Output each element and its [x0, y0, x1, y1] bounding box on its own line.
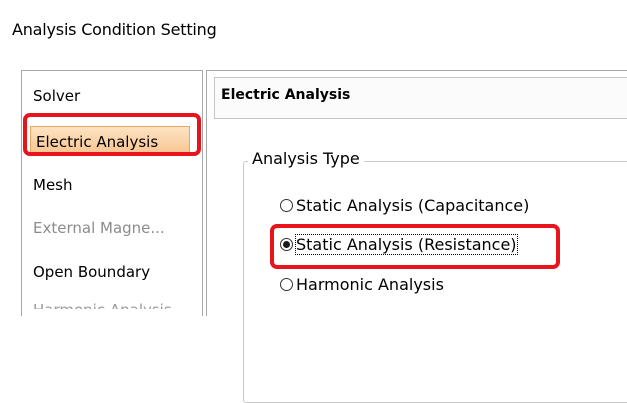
radio-label: Static Analysis (Resistance)	[295, 234, 518, 255]
radio-harmonic-analysis[interactable]: Harmonic Analysis	[280, 273, 444, 297]
settings-category-list: Solver Electric Analysis Mesh External M…	[21, 70, 203, 316]
sidebar-item-external-magnetic: External Magne...	[33, 219, 165, 237]
window-title: Analysis Condition Setting	[12, 20, 217, 39]
panel-header: Electric Analysis	[214, 77, 627, 119]
panel-title: Electric Analysis	[221, 87, 351, 103]
radio-button-icon[interactable]	[280, 199, 293, 212]
radio-static-capacitance[interactable]: Static Analysis (Capacitance)	[280, 194, 529, 218]
radio-button-icon[interactable]	[280, 278, 293, 291]
sidebar-item-electric-analysis[interactable]: Electric Analysis	[30, 126, 190, 156]
sidebar-item-harmonic-analysis: Harmonic Analysis	[33, 295, 172, 309]
sidebar-item-solver[interactable]: Solver	[33, 81, 80, 111]
radio-static-resistance[interactable]: Static Analysis (Resistance)	[280, 233, 518, 257]
radio-button-checked-icon[interactable]	[280, 238, 293, 251]
radio-label: Harmonic Analysis	[296, 275, 444, 294]
sidebar-item-mesh[interactable]: Mesh	[33, 170, 73, 200]
radio-label: Static Analysis (Capacitance)	[296, 196, 530, 215]
analysis-type-title: Analysis Type	[248, 149, 364, 168]
sidebar-item-open-boundary[interactable]: Open Boundary	[33, 257, 150, 287]
